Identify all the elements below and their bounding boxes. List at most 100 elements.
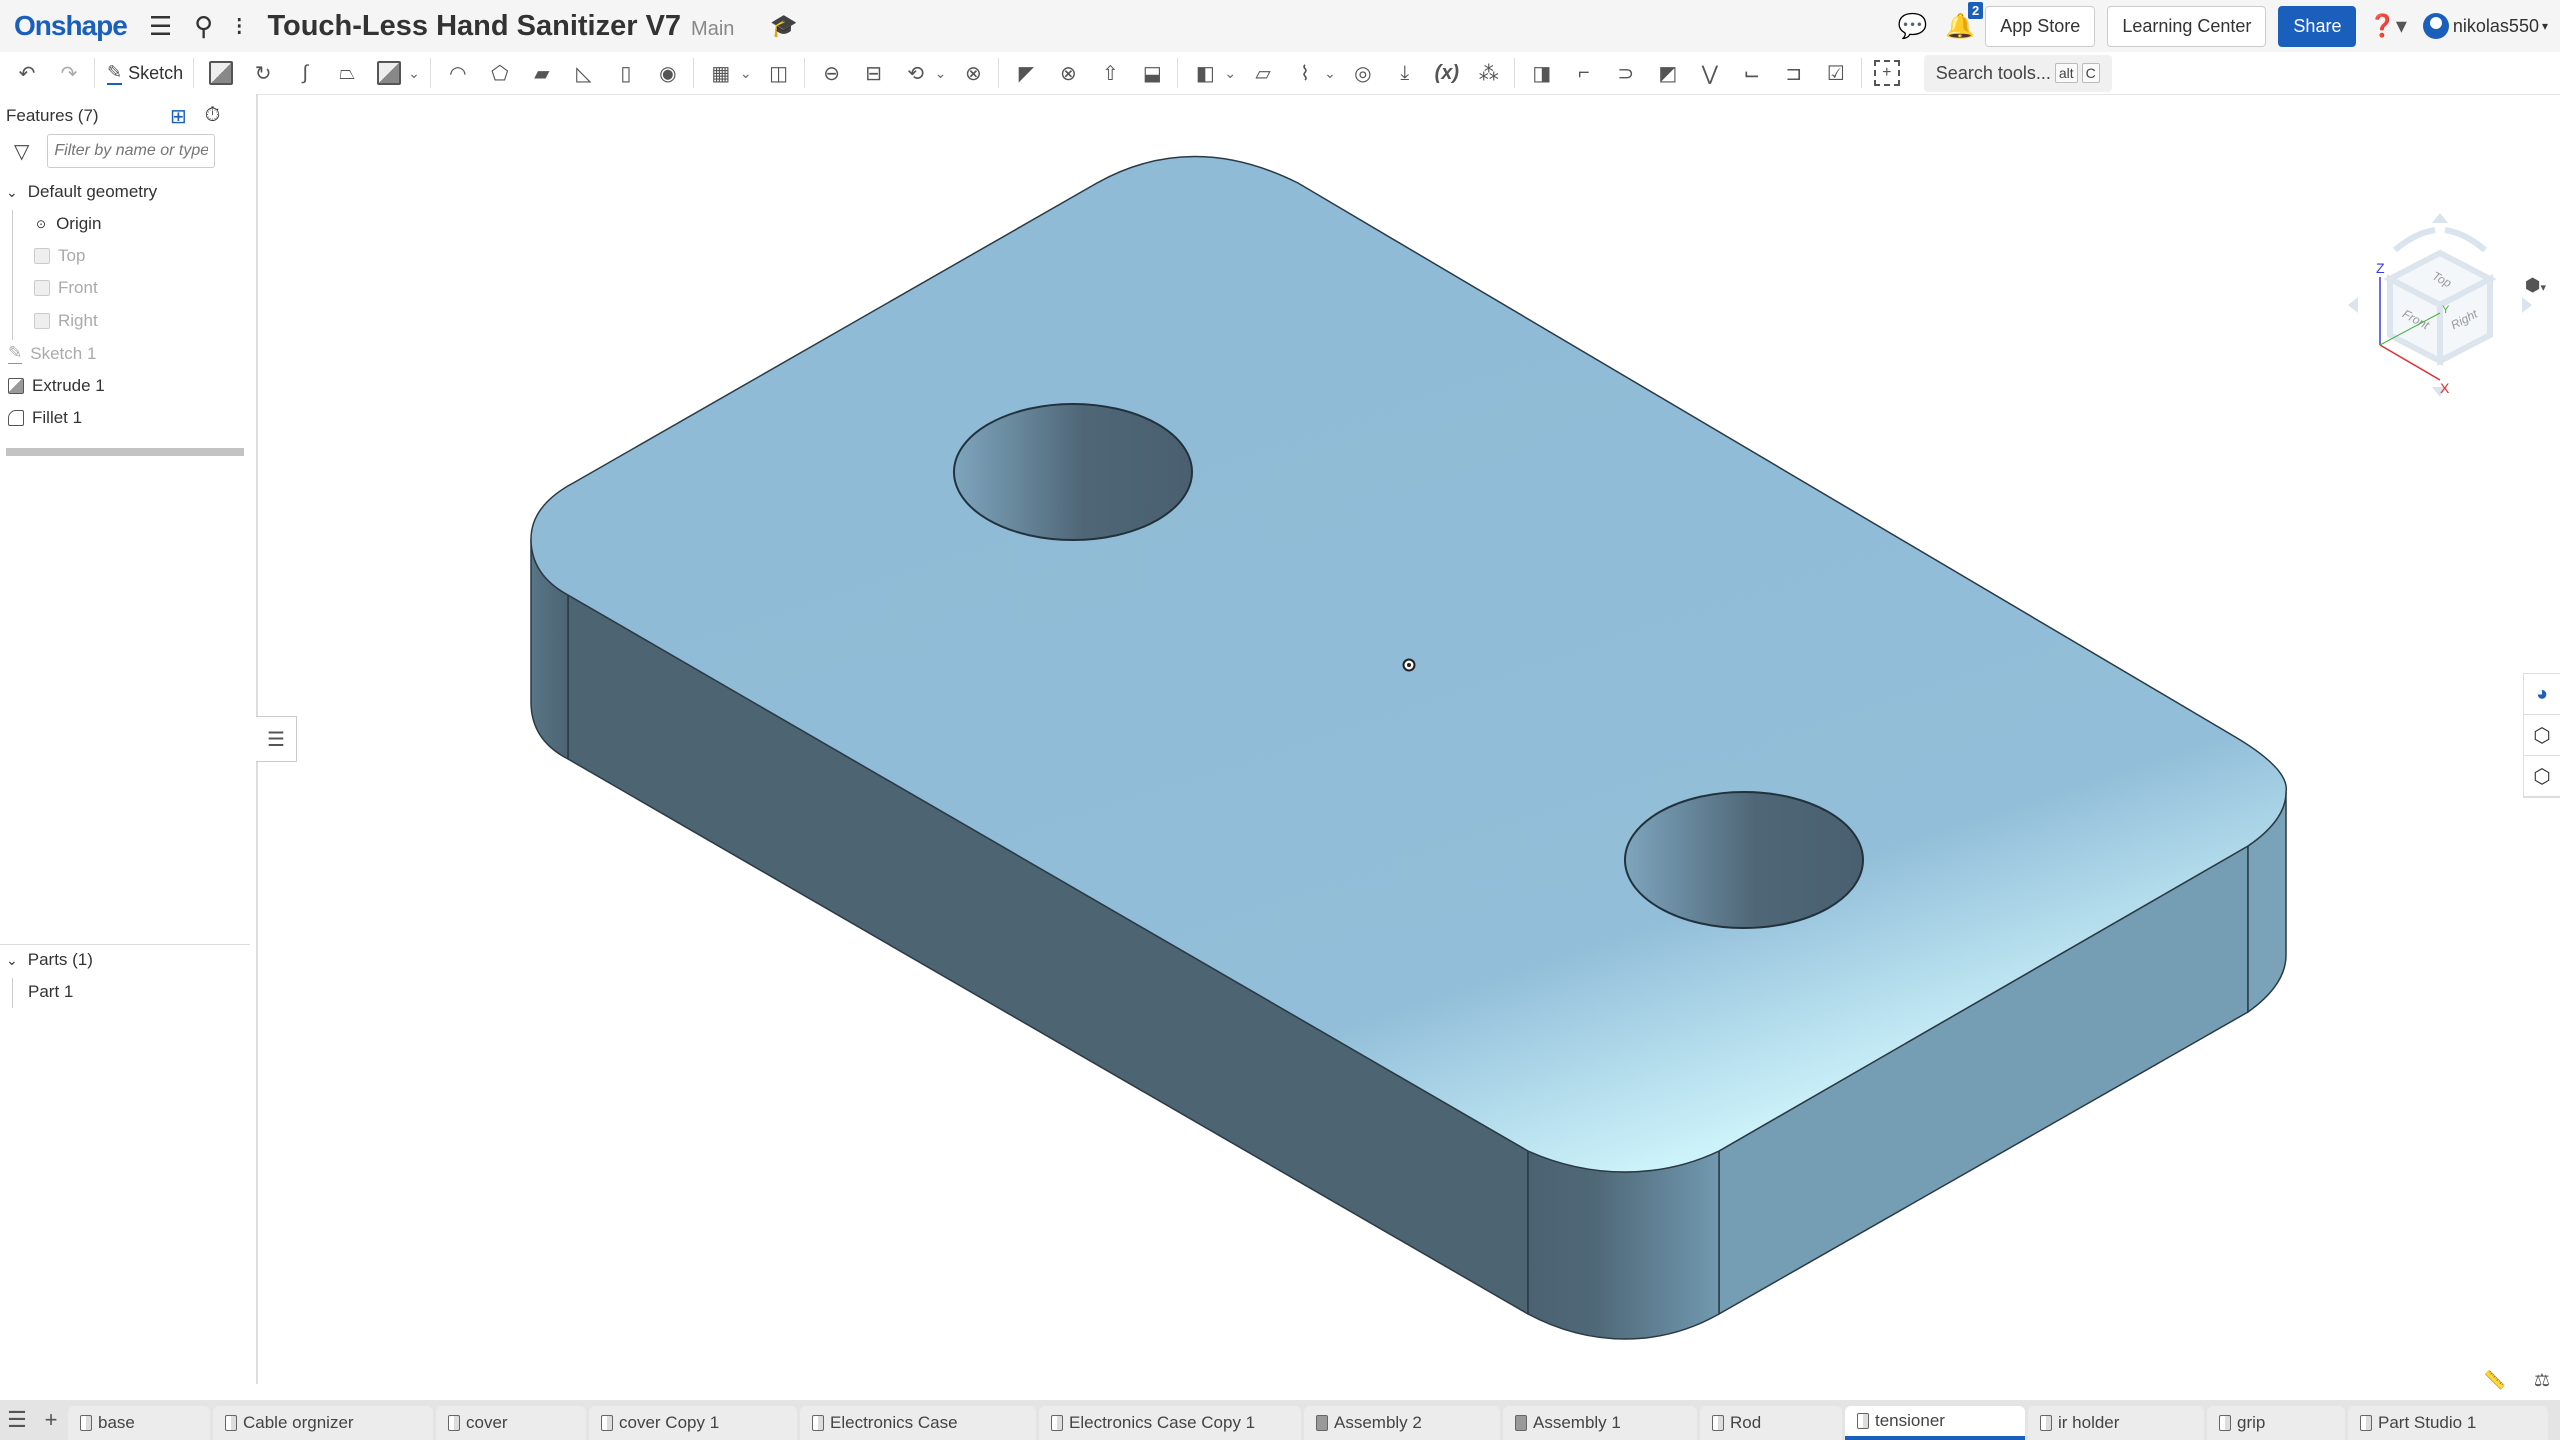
tab-assembly-1[interactable]: Assembly 1 [1503,1406,1697,1440]
redo-icon[interactable]: ↷ [54,58,84,88]
delete-face-icon[interactable]: ⊗ [1053,58,1083,88]
delete-part-icon[interactable]: ⊗ [958,58,988,88]
move-face-icon[interactable]: ⇧ [1095,58,1125,88]
app-store-button[interactable]: App Store [1985,5,2096,47]
feature-list-scrollbar[interactable] [6,448,244,456]
chevron-down-icon[interactable]: ⌄ [740,65,752,82]
plane-icon[interactable]: ▱ [1248,58,1278,88]
chevron-down-icon[interactable]: ⌄ [6,952,18,969]
chevron-down-icon[interactable]: ⌄ [935,65,947,82]
tree-item-front-plane[interactable]: Front [34,278,98,298]
stopwatch-icon[interactable]: ⏱ [205,104,221,129]
comments-icon[interactable]: 💬 [1897,12,1927,41]
learning-cap-icon[interactable]: 🎓 [770,13,797,39]
tree-item-sketch-1[interactable]: ✎ Sketch 1 [8,343,96,364]
tree-item-origin[interactable]: ⊙ Origin [36,214,101,234]
model-canvas[interactable] [258,95,2560,1385]
view-options-button[interactable]: ⬢▾ [2525,275,2546,296]
mass-properties-scale-icon[interactable]: ⚖ [2534,1370,2550,1391]
add-tab-icon[interactable]: + [34,1400,68,1440]
corner-icon[interactable]: ⊐ [1779,58,1809,88]
learning-center-button[interactable]: Learning Center [2107,5,2267,47]
appearance-button[interactable]: ◕ [2524,674,2560,715]
view-cube[interactable]: Top Front Right Z X Y [2340,205,2540,405]
menu-icon[interactable]: ☰ [149,11,172,42]
insert-icon[interactable]: ⁝ [235,11,243,42]
tree-item-top-plane[interactable]: Top [34,246,85,266]
chamfer-icon[interactable]: ⬠ [485,58,515,88]
derived-icon[interactable]: ⁂ [1474,58,1504,88]
tab-manager-icon[interactable]: ☰ [0,1400,34,1440]
chevron-down-icon[interactable]: ⌄ [6,184,18,201]
transform-icon[interactable]: ⟲ [901,58,931,88]
bend-icon[interactable]: ⋁ [1695,58,1725,88]
sketch-button[interactable]: ✎ Sketch [107,62,183,85]
helix-icon[interactable]: ⌇ [1290,58,1320,88]
variable-icon[interactable]: (x) [1432,58,1462,88]
parts-group[interactable]: ⌄ Parts (1) [6,950,93,970]
import-icon[interactable]: ⤓ [1390,58,1420,88]
cube-body[interactable] [2383,249,2497,366]
bom-button[interactable]: ⬡ [2524,715,2560,756]
mirror-icon[interactable]: ◫ [764,58,794,88]
search-tools-input[interactable]: Search tools... alt C [1923,54,2112,92]
default-geometry-group[interactable]: ⌄ Default geometry [6,182,157,202]
mate-connector-icon[interactable]: ◎ [1348,58,1378,88]
tree-item-fillet-1[interactable]: Fillet 1 [8,408,82,428]
flange-icon[interactable]: ⌐ [1569,58,1599,88]
modify-fillet-icon[interactable]: ◤ [1011,58,1041,88]
tab-icon[interactable]: ◩ [1653,58,1683,88]
origin-marker[interactable] [1402,658,1416,672]
measure-tape-icon[interactable]: 📏 [2483,1370,2505,1391]
replace-face-icon[interactable]: ⬓ [1137,58,1167,88]
version-history-icon[interactable]: ⚲ [194,11,213,42]
tree-item-right-plane[interactable]: Right [34,311,98,331]
thicken-icon[interactable] [374,58,404,88]
notifications-button[interactable]: 🔔 2 [1945,1,1984,41]
chevron-down-icon[interactable]: ⌄ [1224,65,1236,82]
tab-cover-copy-1[interactable]: cover Copy 1 [589,1406,797,1440]
revolve-icon[interactable]: ↻ [248,58,278,88]
onshape-logo[interactable]: Onshape [14,10,128,42]
part-list-item[interactable]: Part 1 [28,982,73,1002]
sweep-icon[interactable]: ∫ [290,58,320,88]
hem-icon[interactable]: ⊃ [1611,58,1641,88]
tab-tensioner[interactable]: tensioner [1845,1406,2025,1440]
tab-cable-orgnizer[interactable]: Cable orgnizer [213,1406,433,1440]
tab-rod[interactable]: Rod [1700,1406,1842,1440]
chevron-down-icon[interactable]: ⌄ [408,65,420,82]
user-menu[interactable]: nikolas550 ▾ [2422,13,2548,39]
draft-icon[interactable]: ▰ [527,58,557,88]
sheet-metal-icon[interactable]: ◨ [1527,58,1557,88]
graphics-viewport[interactable]: Top Front Right Z X Y ⬢▾ [258,95,2560,1385]
tab-electronics-case-copy-1[interactable]: Electronics Case Copy 1 [1039,1406,1301,1440]
tab-grip[interactable]: grip [2207,1406,2345,1440]
tab-assembly-2[interactable]: Assembly 2 [1304,1406,1500,1440]
offset-surface-icon[interactable]: ◧ [1190,58,1220,88]
tab-ir-holder[interactable]: ir holder [2028,1406,2204,1440]
rib-icon[interactable]: ◺ [569,58,599,88]
chevron-down-icon[interactable]: ⌄ [1324,65,1336,82]
extrude-icon[interactable] [206,58,236,88]
add-folder-icon[interactable]: ⊞ [170,104,187,129]
filter-icon[interactable]: ▽ [14,139,29,164]
joint-icon[interactable]: ⌙ [1737,58,1767,88]
loft-icon[interactable]: ⏢ [332,58,362,88]
tab-cover[interactable]: cover [436,1406,586,1440]
help-icon[interactable]: ❓▾ [2368,13,2406,39]
boolean-icon[interactable]: ⊖ [817,58,847,88]
finish-icon[interactable]: ☑ [1821,58,1851,88]
tab-base[interactable]: base [68,1406,210,1440]
tree-item-extrude-1[interactable]: Extrude 1 [8,376,105,396]
fillet-icon[interactable]: ◠ [443,58,473,88]
configurations-button[interactable]: ⬡ [2524,756,2560,797]
tab-part-studio-1[interactable]: Part Studio 1 [2348,1406,2548,1440]
hole-icon[interactable]: ◉ [653,58,683,88]
document-title[interactable]: Touch-Less Hand Sanitizer V7 [267,10,681,43]
split-icon[interactable]: ⊟ [859,58,889,88]
share-button[interactable]: Share [2278,5,2357,47]
feature-filter-input[interactable] [47,134,216,168]
add-custom-feature-icon[interactable]: + [1873,60,1900,86]
shell-icon[interactable]: ▯ [611,58,641,88]
pattern-icon[interactable]: ▦ [706,58,736,88]
